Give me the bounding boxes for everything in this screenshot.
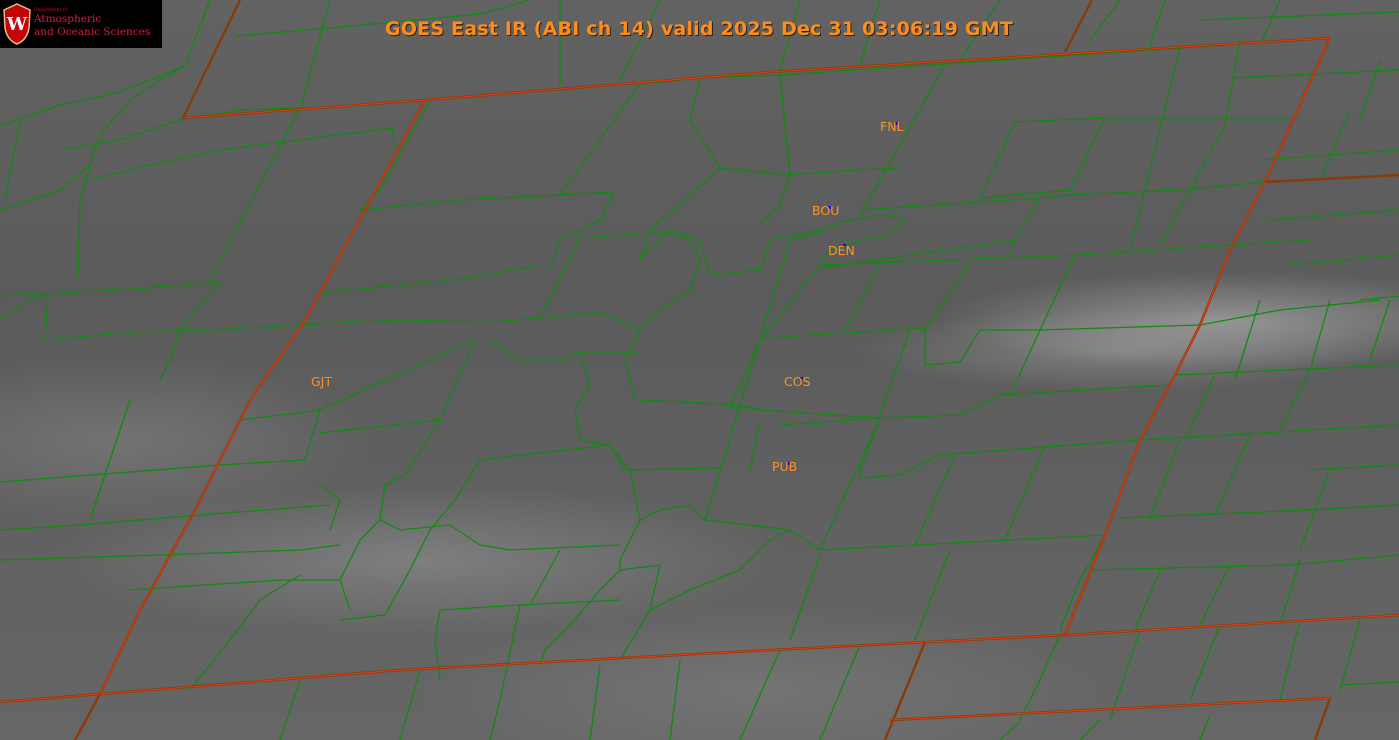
map-boundaries-overlay xyxy=(0,0,1399,740)
logo-name-line-1: Atmospheric xyxy=(34,13,102,25)
station-label-bou: BOU xyxy=(812,203,840,218)
station-label-fnl: FNL xyxy=(880,119,904,134)
aos-logo: W Department of Atmospheric and Oceanic … xyxy=(0,0,162,48)
uw-shield-icon: W xyxy=(3,3,31,45)
station-label-pub: PUB xyxy=(772,459,798,474)
logo-name-line-2: and Oceanic Sciences xyxy=(34,26,151,38)
image-title: GOES East IR (ABI ch 14) valid 2025 Dec … xyxy=(385,18,1013,40)
station-label-gjt: GJT xyxy=(311,374,333,389)
shield-letter: W xyxy=(6,14,28,35)
state-boundaries xyxy=(0,0,1399,740)
station-label-den: DEN xyxy=(828,243,855,258)
county-boundaries xyxy=(0,0,1399,740)
station-label-cos: COS xyxy=(784,374,811,389)
